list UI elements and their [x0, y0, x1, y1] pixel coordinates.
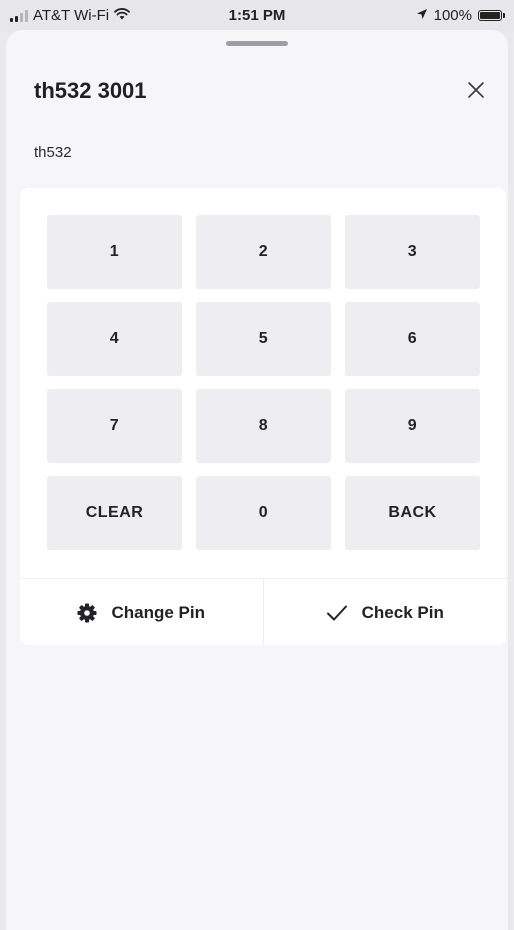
- close-button[interactable]: [464, 78, 488, 102]
- key-9[interactable]: 9: [345, 389, 480, 463]
- close-icon: [468, 82, 484, 98]
- key-7[interactable]: 7: [47, 389, 182, 463]
- key-8[interactable]: 8: [196, 389, 331, 463]
- status-right: 100%: [416, 7, 505, 24]
- sheet-title: th532 3001: [34, 78, 147, 103]
- change-pin-label: Change Pin: [111, 602, 205, 622]
- keypad-card: 1 2 3 4 5 6 7 8 9 CLEAR 0 BACK Change Pi…: [20, 188, 506, 646]
- key-1[interactable]: 1: [47, 215, 182, 289]
- clear-key[interactable]: CLEAR: [47, 476, 182, 550]
- check-pin-button[interactable]: Check Pin: [262, 579, 507, 646]
- status-bar: AT&T Wi-Fi 1:51 PM 100%: [0, 0, 514, 32]
- sheet-grabber[interactable]: [226, 41, 288, 46]
- key-5[interactable]: 5: [196, 302, 331, 376]
- key-0[interactable]: 0: [196, 476, 331, 550]
- key-2[interactable]: 2: [196, 215, 331, 289]
- check-pin-label: Check Pin: [361, 602, 444, 622]
- key-3[interactable]: 3: [345, 215, 480, 289]
- bottom-sheet: th532 3001 th532 1 2 3 4 5 6 7 8 9 CLEAR…: [6, 30, 508, 930]
- location-arrow-icon: [416, 7, 428, 24]
- key-4[interactable]: 4: [47, 302, 182, 376]
- gear-icon: [77, 603, 97, 622]
- key-6[interactable]: 6: [345, 302, 480, 376]
- sheet-subtitle: th532: [34, 144, 72, 161]
- checkmark-icon: [326, 605, 347, 620]
- battery-icon: [478, 10, 505, 21]
- pin-keypad: 1 2 3 4 5 6 7 8 9 CLEAR 0 BACK: [47, 215, 480, 550]
- back-key[interactable]: BACK: [345, 476, 480, 550]
- battery-percent: 100%: [433, 7, 472, 24]
- action-row: Change Pin Check Pin: [20, 578, 506, 646]
- change-pin-button[interactable]: Change Pin: [20, 579, 263, 646]
